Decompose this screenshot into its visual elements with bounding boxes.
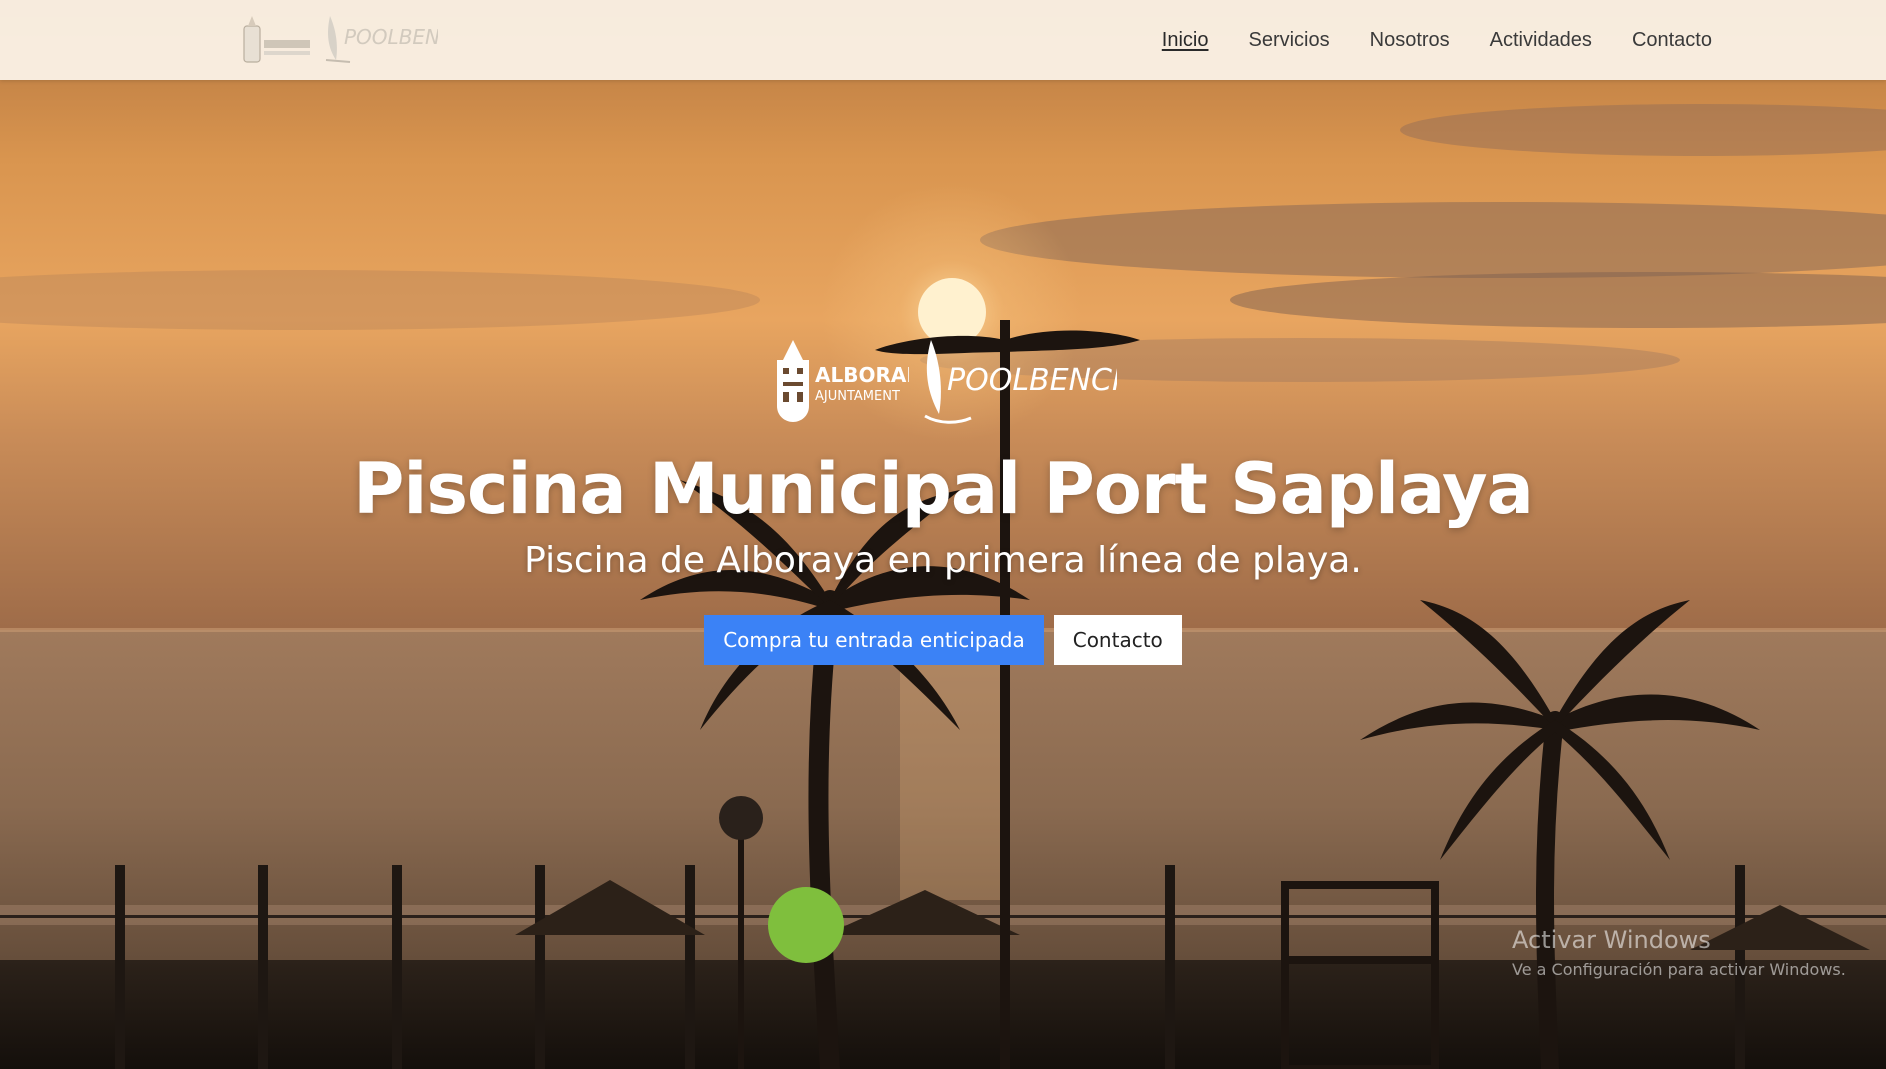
nav-item-nosotros: Nosotros	[1370, 29, 1450, 52]
buy-ticket-button[interactable]: Compra tu entrada enticipada	[704, 615, 1044, 665]
top-navbar: POOLBENCH Inicio Servicios Nosotros Acti…	[0, 0, 1886, 80]
nav-link-actividades[interactable]: Actividades	[1490, 29, 1592, 51]
nav-link-contacto[interactable]: Contacto	[1632, 29, 1712, 51]
hero-actions: Compra tu entrada enticipada Contacto	[704, 615, 1182, 665]
nav-link-servicios[interactable]: Servicios	[1248, 29, 1329, 51]
nav-link-inicio[interactable]: Inicio	[1162, 29, 1209, 51]
nav-link-nosotros[interactable]: Nosotros	[1370, 29, 1450, 51]
alboraia-logo-text: ALBORAIA	[815, 363, 909, 387]
nav-menu: Inicio Servicios Nosotros Actividades Co…	[1162, 0, 1712, 80]
hero-logo: ALBORAIA AJUNTAMENT POOLBENCH	[769, 330, 1117, 430]
contact-button[interactable]: Contacto	[1053, 615, 1182, 665]
nav-item-actividades: Actividades	[1490, 29, 1592, 52]
hero-subtitle: Piscina de Alboraya en primera línea de …	[524, 540, 1362, 581]
alboraia-crest-icon: ALBORAIA AJUNTAMENT	[777, 340, 909, 422]
ajuntament-logo-text: AJUNTAMENT	[815, 389, 900, 404]
poolbench-logo-text: POOLBENCH	[947, 363, 1117, 398]
alboraia-crest-icon	[243, 16, 310, 63]
brand-logo-link[interactable]: POOLBENCH	[240, 14, 438, 66]
page: POOLBENCH Inicio Servicios Nosotros Acti…	[0, 0, 1886, 1069]
windows-activation-watermark: Activar Windows Ve a Configuración para …	[1512, 926, 1846, 979]
poolbench-sail-icon: POOLBENCH	[325, 16, 438, 63]
nav-item-servicios: Servicios	[1248, 29, 1329, 52]
nav-item-inicio: Inicio	[1162, 29, 1209, 52]
watermark-text: Ve a Configuración para activar Windows.	[1512, 960, 1846, 979]
hero-title: Piscina Municipal Port Saplaya	[353, 448, 1534, 530]
hero-section: ALBORAIA AJUNTAMENT POOLBENCH Piscina Mu…	[0, 330, 1886, 665]
poolbench-sail-icon: POOLBENCH	[924, 340, 1117, 424]
watermark-title: Activar Windows	[1512, 926, 1711, 954]
nav-item-contacto: Contacto	[1632, 29, 1712, 52]
poolbench-logo-text: POOLBENCH	[344, 25, 438, 49]
